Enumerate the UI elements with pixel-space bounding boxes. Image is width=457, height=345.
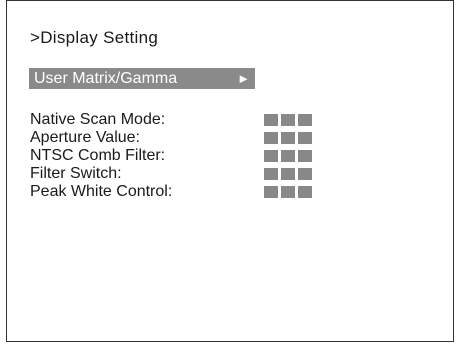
menu-title: >Display Setting: [30, 28, 159, 47]
setting-value-placeholder: [264, 114, 312, 126]
setting-value-placeholder: [264, 132, 312, 144]
setting-row-filter-switch[interactable]: Filter Switch:: [30, 165, 330, 183]
setting-row-native-scan-mode[interactable]: Native Scan Mode:: [30, 111, 330, 129]
setting-label: Native Scan Mode:: [30, 111, 166, 128]
setting-label: Aperture Value:: [30, 129, 140, 146]
menu-item-user-matrix-gamma[interactable]: User Matrix/Gamma ►: [29, 68, 255, 89]
submenu-arrow-icon: ►: [237, 71, 250, 86]
osd-menu-frame: >Display Setting User Matrix/Gamma ► Nat…: [6, 0, 454, 342]
setting-row-aperture-value[interactable]: Aperture Value:: [30, 129, 330, 147]
setting-value-placeholder: [264, 168, 312, 180]
setting-label: Filter Switch:: [30, 165, 122, 182]
setting-row-peak-white-control[interactable]: Peak White Control:: [30, 183, 330, 201]
setting-row-ntsc-comb-filter[interactable]: NTSC Comb Filter:: [30, 147, 330, 165]
settings-list: Native Scan Mode: Aperture Value: NTSC C…: [30, 111, 330, 201]
setting-label: Peak White Control:: [30, 183, 173, 200]
setting-value-placeholder: [264, 186, 312, 198]
setting-label: NTSC Comb Filter:: [30, 147, 166, 164]
setting-value-placeholder: [264, 150, 312, 162]
menu-item-label: User Matrix/Gamma: [34, 70, 178, 87]
